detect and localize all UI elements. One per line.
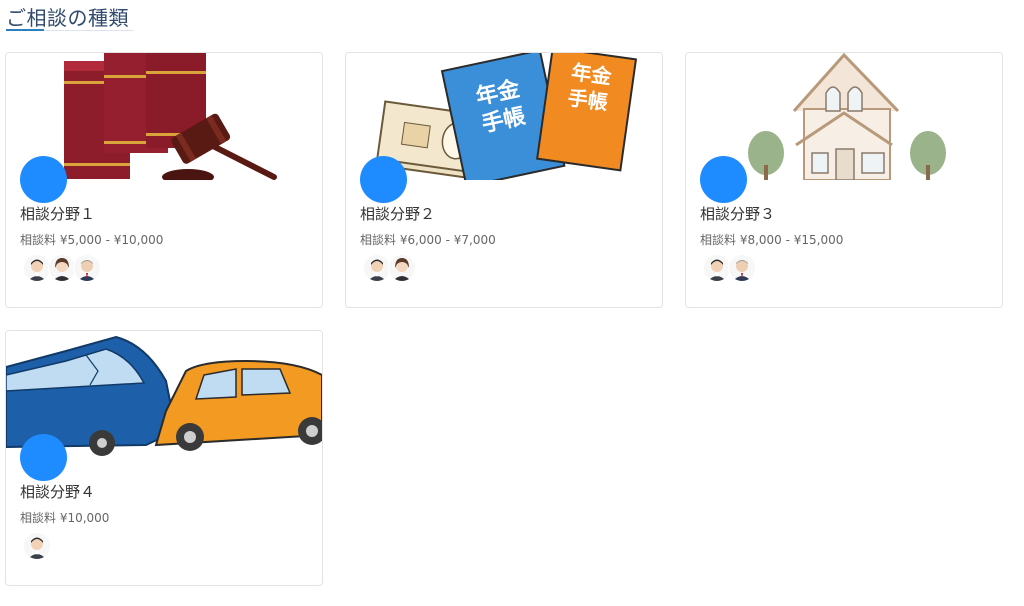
category-avatar [700,156,747,203]
title-divider [44,30,134,31]
consultant-avatar[interactable] [23,532,51,560]
consultant-list [23,532,51,560]
consultation-fee: 相談料 ¥10,000 [20,511,110,525]
category-title: 相談分野２ [360,205,436,223]
consultant-avatar[interactable] [23,254,51,282]
category-title: 相談分野４ [20,483,96,501]
consultant-avatar[interactable] [73,254,101,282]
consultant-list [23,254,101,282]
category-title: 相談分野３ [700,205,776,223]
category-avatar [20,156,67,203]
consultant-list [363,254,416,282]
consultant-avatar[interactable] [388,254,416,282]
consultation-fee: 相談料 ¥5,000 - ¥10,000 [20,233,164,247]
title-underline [6,29,44,31]
category-avatar [360,156,407,203]
consultation-fee: 相談料 ¥8,000 - ¥15,000 [700,233,844,247]
consultant-avatar[interactable] [728,254,756,282]
consultant-avatar[interactable] [363,254,391,282]
consultant-avatar[interactable] [48,254,76,282]
category-card-1[interactable]: 相談分野１ 相談料 ¥5,000 - ¥10,000 [5,52,323,308]
category-card-4[interactable]: 相談分野４ 相談料 ¥10,000 [5,330,323,586]
category-card-2[interactable]: 年金 手帳 年金 手帳 相談分野２ 相談料 ¥6,000 - ¥7,000 [345,52,663,308]
consultant-list [703,254,756,282]
page-title: ご相談の種類 [6,6,129,30]
consultation-fee: 相談料 ¥6,000 - ¥7,000 [360,233,496,247]
category-card-3[interactable]: 相談分野３ 相談料 ¥8,000 - ¥15,000 [685,52,1003,308]
category-avatar [20,434,67,481]
consultant-avatar[interactable] [703,254,731,282]
category-title: 相談分野１ [20,205,96,223]
